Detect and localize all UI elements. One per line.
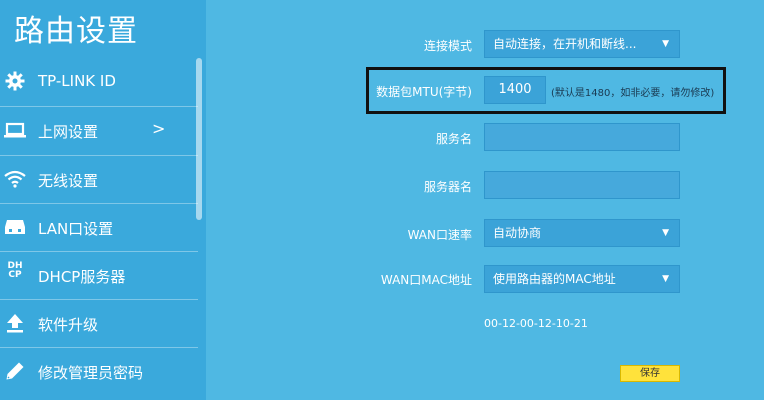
sidebar-item-label: LAN口设置 bbox=[38, 220, 114, 238]
wan-mac-label: WAN口MAC地址 bbox=[380, 273, 472, 287]
mac-address-text: 00-12-00-12-10-21 bbox=[484, 317, 588, 330]
mtu-highlight-box bbox=[366, 67, 726, 114]
connect-mode-value: 自动连接，在开机和断线... bbox=[493, 37, 637, 51]
gear-icon bbox=[4, 70, 26, 92]
sidebar-scrollbar[interactable] bbox=[196, 58, 202, 220]
sidebar-item-wireless[interactable]: 无线设置 bbox=[0, 156, 200, 204]
sidebar-item-label: 上网设置 bbox=[38, 123, 99, 141]
sidebar-item-label: 无线设置 bbox=[38, 172, 99, 190]
sidebar-item-lan[interactable]: LAN口设置 bbox=[0, 204, 200, 252]
network-icon bbox=[4, 216, 26, 238]
wan-mac-select[interactable]: 使用路由器的MAC地址 ▼ bbox=[484, 265, 680, 293]
sidebar-item-tplink-id[interactable]: TP-LINK ID bbox=[0, 58, 200, 106]
server-name-label: 服务器名 bbox=[423, 180, 472, 194]
sidebar-item-admin-password[interactable]: 修改管理员密码 bbox=[0, 348, 200, 396]
connect-mode-select[interactable]: 自动连接，在开机和断线... ▼ bbox=[484, 30, 680, 58]
sidebar-item-label: 软件升级 bbox=[38, 316, 99, 334]
service-name-label: 服务名 bbox=[435, 132, 472, 146]
sidebar-item-label: DHCP服务器 bbox=[38, 268, 126, 286]
sidebar-title: 路由设置 bbox=[14, 14, 138, 49]
service-name-input[interactable] bbox=[484, 123, 680, 151]
sidebar-item-label: TP-LINK ID bbox=[38, 72, 116, 90]
chevron-right-icon: > bbox=[152, 119, 166, 138]
dhcp-icon: DH CP bbox=[7, 261, 23, 280]
sidebar-item-internet[interactable]: 上网设置 > bbox=[0, 107, 200, 155]
pencil-icon bbox=[4, 360, 26, 382]
wan-speed-label: WAN口速率 bbox=[407, 228, 472, 242]
chevron-down-icon: ▼ bbox=[662, 39, 669, 49]
sidebar-item-upgrade[interactable]: 软件升级 bbox=[0, 300, 200, 348]
wan-mac-value: 使用路由器的MAC地址 bbox=[493, 272, 616, 286]
wifi-icon bbox=[4, 168, 26, 190]
wan-speed-select[interactable]: 自动协商 ▼ bbox=[484, 219, 680, 247]
sidebar-item-label: 修改管理员密码 bbox=[38, 364, 144, 382]
save-button[interactable]: 保存 bbox=[620, 365, 680, 382]
chevron-down-icon: ▼ bbox=[662, 274, 669, 284]
server-name-input[interactable] bbox=[484, 171, 680, 199]
upload-icon bbox=[4, 312, 26, 334]
sidebar: 路由设置 TP-LINK ID 上网设置 > 无线设置 LAN口设置 DH CP … bbox=[0, 0, 206, 400]
connect-mode-label: 连接模式 bbox=[423, 39, 472, 53]
chevron-down-icon: ▼ bbox=[662, 228, 669, 238]
sidebar-item-dhcp[interactable]: DH CP DHCP服务器 bbox=[0, 252, 200, 300]
laptop-icon bbox=[4, 119, 26, 141]
wan-speed-value: 自动协商 bbox=[493, 226, 542, 240]
